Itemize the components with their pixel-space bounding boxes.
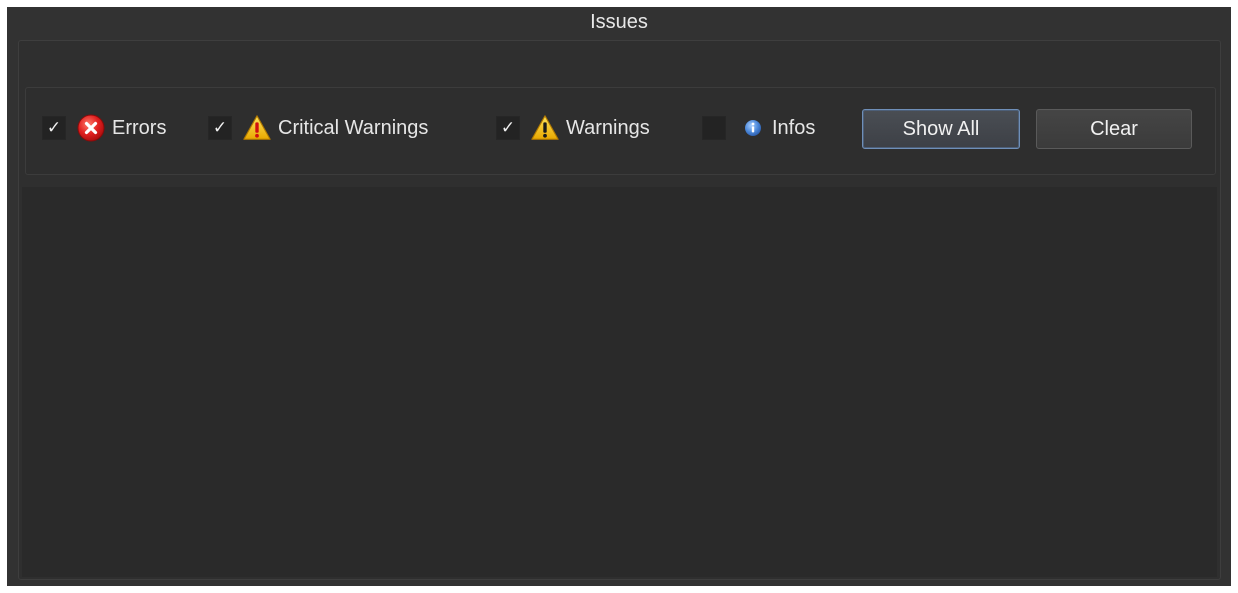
panel-title: Issues [590,11,648,33]
filter-infos[interactable]: Infos [702,112,815,144]
warnings-checkbox[interactable]: ✓ [496,116,520,140]
show-all-button[interactable]: Show All [862,109,1020,149]
info-icon [738,113,768,143]
issues-group-box: ✓ Errors ✓ Critical Warnings ✓ Warnings … [18,40,1221,580]
infos-checkbox[interactable] [702,116,726,140]
critical-warning-icon [242,113,272,143]
critical-warnings-label: Critical Warnings [278,116,429,139]
issues-list[interactable] [22,187,1217,577]
filter-bar: ✓ Errors ✓ Critical Warnings ✓ Warnings … [25,87,1216,175]
warning-icon [530,113,560,143]
critical-warnings-checkbox[interactable]: ✓ [208,116,232,140]
errors-checkbox[interactable]: ✓ [42,116,66,140]
filter-errors[interactable]: ✓ Errors [42,112,166,144]
clear-button[interactable]: Clear [1036,109,1192,149]
errors-label: Errors [112,116,167,139]
issues-panel: Issues ✓ Errors ✓ Critical Warnings ✓ Wa… [7,7,1231,586]
infos-label: Infos [772,116,816,139]
warnings-label: Warnings [566,116,650,139]
filter-warnings[interactable]: ✓ Warnings [496,112,650,144]
error-icon [76,113,106,143]
filter-critical-warnings[interactable]: ✓ Critical Warnings [208,112,428,144]
